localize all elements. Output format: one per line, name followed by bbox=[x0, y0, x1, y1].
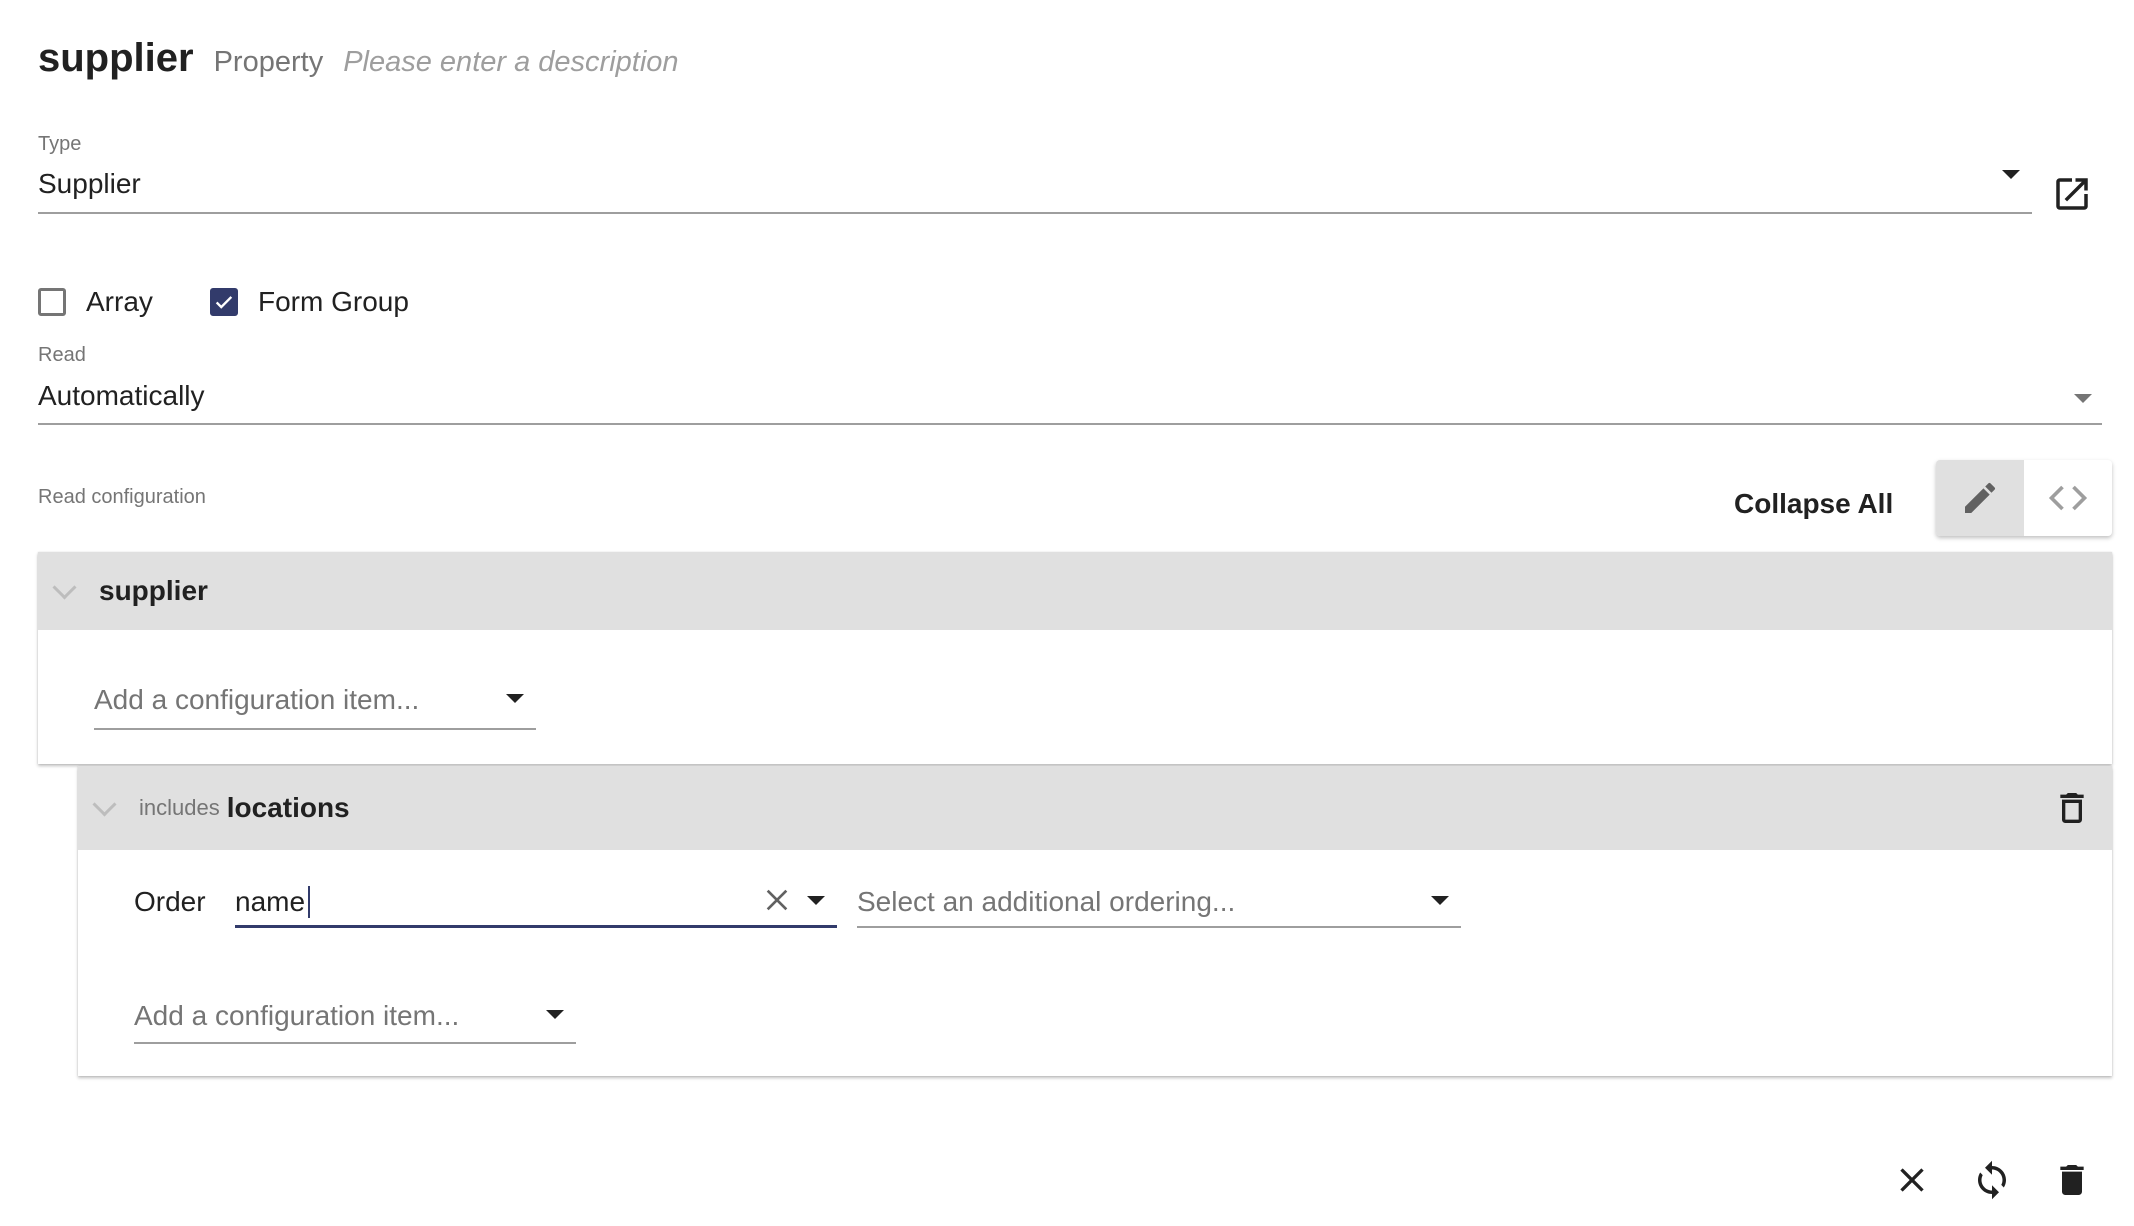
order-value[interactable]: name bbox=[235, 886, 305, 918]
dropdown-arrow-icon bbox=[2002, 170, 2020, 179]
refresh-icon bbox=[1978, 1160, 2006, 1200]
close-button[interactable] bbox=[1888, 1156, 1936, 1204]
property-title: supplier bbox=[38, 36, 194, 80]
delete-include-button[interactable] bbox=[2048, 784, 2096, 832]
add-config-item-placeholder: Add a configuration item... bbox=[94, 684, 420, 715]
read-select[interactable]: Automatically bbox=[38, 370, 2102, 425]
delete-icon bbox=[2060, 1165, 2084, 1195]
type-select[interactable]: Supplier bbox=[38, 160, 2032, 214]
order-select[interactable]: name bbox=[235, 872, 837, 928]
array-checkbox-label: Array bbox=[86, 286, 153, 317]
order-label: Order bbox=[134, 886, 206, 917]
form-group-checkbox-label: Form Group bbox=[258, 286, 409, 317]
code-icon bbox=[2048, 485, 2088, 511]
supplier-panel-title: supplier bbox=[99, 575, 208, 606]
text-cursor bbox=[308, 886, 310, 918]
add-config-item-underline bbox=[94, 728, 536, 730]
locations-config-panel: includes locations Order name Select an … bbox=[78, 766, 2112, 1076]
refresh-button[interactable] bbox=[1968, 1156, 2016, 1204]
order-underline-focused bbox=[235, 925, 837, 928]
supplier-panel-header[interactable]: supplier bbox=[38, 552, 2112, 630]
type-value: Supplier bbox=[38, 168, 141, 199]
dropdown-arrow-icon bbox=[506, 694, 524, 703]
supplier-config-panel: supplier Add a configuration item... bbox=[38, 552, 2112, 764]
read-configuration-label: Read configuration bbox=[38, 486, 206, 508]
read-label: Read bbox=[38, 344, 86, 366]
collapse-all-button[interactable]: Collapse All bbox=[1734, 488, 1893, 520]
dropdown-arrow-icon bbox=[2074, 394, 2092, 403]
additional-ordering-underline bbox=[857, 926, 1461, 928]
property-kind: Property bbox=[213, 46, 324, 78]
locations-panel-header[interactable]: includes locations bbox=[78, 766, 2112, 850]
array-checkbox-box[interactable] bbox=[38, 288, 66, 316]
read-value: Automatically bbox=[38, 380, 205, 411]
delete-outline-icon bbox=[2060, 793, 2084, 823]
chevron-down-icon[interactable] bbox=[92, 791, 117, 817]
array-checkbox[interactable]: Array bbox=[38, 286, 153, 318]
add-config-item-underline bbox=[134, 1042, 576, 1044]
add-config-item-select[interactable]: Add a configuration item... bbox=[134, 988, 576, 1044]
close-icon bbox=[1900, 1168, 1924, 1192]
locations-panel-title: locations bbox=[226, 792, 350, 823]
dropdown-arrow-icon bbox=[1431, 896, 1449, 905]
checkmark-icon bbox=[215, 296, 233, 309]
delete-button[interactable] bbox=[2048, 1156, 2096, 1204]
includes-prefix: includes bbox=[139, 795, 220, 820]
additional-ordering-placeholder: Select an additional ordering... bbox=[857, 886, 1236, 917]
chevron-down-icon[interactable] bbox=[52, 574, 77, 600]
dropdown-arrow-icon bbox=[546, 1010, 564, 1019]
title-row: supplier Property Please enter a descrip… bbox=[38, 36, 679, 92]
open-type-button[interactable] bbox=[2048, 170, 2096, 218]
add-config-item-placeholder: Add a configuration item... bbox=[134, 1000, 460, 1031]
dropdown-arrow-icon bbox=[807, 896, 825, 905]
add-config-item-select[interactable]: Add a configuration item... bbox=[94, 674, 536, 730]
clear-icon[interactable] bbox=[761, 884, 793, 916]
type-underline bbox=[38, 212, 2032, 214]
read-underline bbox=[38, 423, 2102, 425]
view-toggle-group bbox=[1936, 460, 2112, 536]
pencil-icon bbox=[1965, 482, 1996, 513]
type-label: Type bbox=[38, 133, 82, 155]
additional-ordering-select[interactable]: Select an additional ordering... bbox=[857, 872, 1461, 928]
form-group-checkbox[interactable]: Form Group bbox=[210, 286, 409, 318]
code-mode-toggle[interactable] bbox=[2024, 460, 2112, 536]
edit-mode-toggle[interactable] bbox=[1936, 460, 2024, 536]
form-group-checkbox-box[interactable] bbox=[210, 288, 238, 316]
open-in-new-icon bbox=[2056, 178, 2088, 210]
description-input[interactable]: Please enter a description bbox=[343, 46, 678, 79]
